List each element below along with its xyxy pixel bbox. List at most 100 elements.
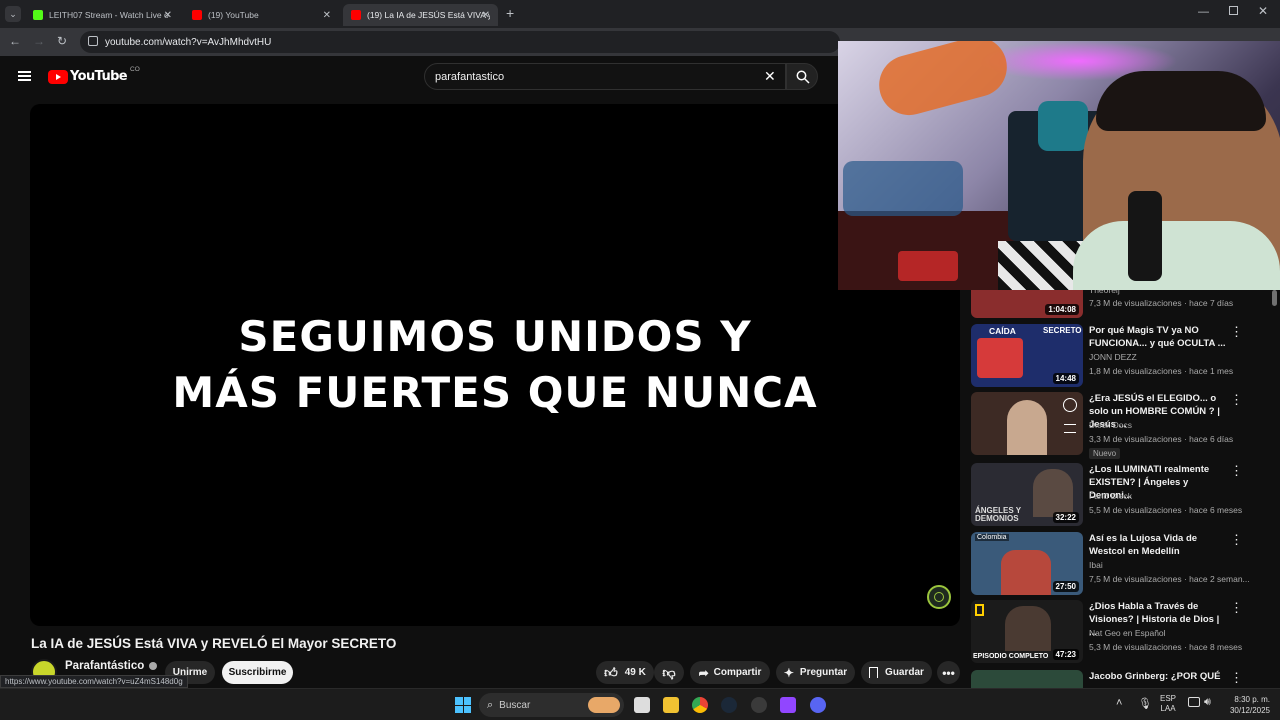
channel-name[interactable]: Nat Geo en Español xyxy=(1089,628,1166,638)
clock[interactable]: 8:30 p. m. 30/12/2025 xyxy=(1226,694,1270,716)
reload-icon[interactable]: ↻ xyxy=(57,34,67,48)
close-icon[interactable]: ✕ xyxy=(482,10,490,21)
subscribe-label: Suscribirme xyxy=(228,667,287,678)
video-title[interactable]: Jacobo Grinberg: ¿POR QUÉ xyxy=(1089,670,1227,683)
tab-search-button[interactable]: ⌄ xyxy=(5,6,21,22)
clock-date: 30/12/2025 xyxy=(1229,706,1270,715)
tab-youtube-home[interactable]: (19) YouTube ✕ xyxy=(184,4,339,26)
restore-button[interactable] xyxy=(1229,6,1238,15)
youtube-favicon-icon xyxy=(351,10,361,20)
share-label: Compartir xyxy=(713,667,762,678)
duration-badge: 32:22 xyxy=(1052,512,1079,523)
close-icon[interactable]: ✕ xyxy=(164,10,172,21)
more-vertical-icon[interactable]: ⋮ xyxy=(1230,600,1243,616)
channel-name[interactable]: Ibai xyxy=(1089,560,1103,570)
menu-icon[interactable] xyxy=(18,71,31,81)
ask-button[interactable]: ✦ Preguntar xyxy=(776,661,855,684)
taskbar: ⌕ Buscar ˄ ESP LAA 🎙︎ 🔊︎ 8:30 p. m. 30/1… xyxy=(0,688,1280,720)
video-title: La IA de JESÚS Está VIVA y REVELÓ El May… xyxy=(31,636,397,651)
more-vertical-icon[interactable]: ⋮ xyxy=(1230,670,1243,686)
queue-icon[interactable] xyxy=(1064,424,1076,433)
video-title[interactable]: Por qué Magis TV ya NO FUNCIONA... y qué… xyxy=(1089,324,1227,350)
share-button[interactable]: ➦ Compartir xyxy=(690,661,770,684)
search-button[interactable] xyxy=(786,63,818,90)
list-item[interactable]: CAÍDA SECRETO 14:48 Por qué Magis TV ya … xyxy=(971,324,1271,388)
tab-kick-stream[interactable]: LEITH07 Stream - Watch Live o ✕ xyxy=(25,4,180,26)
discord-icon[interactable] xyxy=(810,697,826,713)
save-label: Guardar xyxy=(885,667,924,678)
overlay-text-line1: SEGUIMOS UNIDOS Y xyxy=(238,312,752,361)
language-indicator[interactable]: ESP LAA xyxy=(1160,694,1176,714)
more-actions-button[interactable]: ••• xyxy=(937,661,960,684)
tab-title: LEITH07 Stream - Watch Live o xyxy=(49,10,169,20)
channel-name[interactable]: JONN DEZZ xyxy=(1089,352,1137,362)
taskbar-search[interactable]: ⌕ Buscar xyxy=(479,693,624,717)
new-tab-button[interactable]: + xyxy=(506,5,514,21)
list-item[interactable]: ¿Era JESÚS el ELEGIDO... o solo un HOMBR… xyxy=(971,392,1271,459)
link-status-bar: https://www.youtube.com/watch?v=uZ4mS148… xyxy=(0,675,188,688)
volume-icon[interactable]: 🔊︎ xyxy=(1204,696,1211,709)
lang-bottom: LAA xyxy=(1160,704,1176,713)
scrollbar[interactable] xyxy=(1272,290,1277,306)
minimize-button[interactable]: — xyxy=(1198,6,1209,18)
video-meta: 3,3 M de visualizaciones · hace 6 días xyxy=(1089,434,1234,444)
chrome-icon[interactable] xyxy=(692,697,708,713)
thumbs-up-icon: 👍︎ xyxy=(604,664,618,680)
dislike-button[interactable]: 👎︎ xyxy=(654,661,684,684)
video-meta: 1,8 M de visualizaciones · hace 1 mes xyxy=(1089,366,1234,376)
list-item[interactable]: Colombia 27:50 Así es la Lujosa Vida de … xyxy=(971,532,1271,596)
clear-search-icon[interactable]: ✕ xyxy=(764,68,776,85)
video-thumbnail[interactable]: ÁNGELES Y DEMONIOS 32:22 xyxy=(971,463,1083,526)
video-thumbnail[interactable]: EPISODIO COMPLETO 47:23 xyxy=(971,600,1083,663)
subscribe-button[interactable]: Suscribirme xyxy=(222,661,293,684)
address-bar[interactable]: youtube.com/watch?v=AvJhMhdvtHU xyxy=(80,31,840,53)
thumbs-down-icon: 👎︎ xyxy=(662,664,676,680)
video-player[interactable]: SEGUIMOS UNIDOS Y MÁS FUERTES QUE NUNCA xyxy=(30,104,960,626)
channel-watermark-icon[interactable] xyxy=(927,585,951,609)
save-button[interactable]: Guardar xyxy=(861,661,932,684)
like-button[interactable]: 👍︎ 49 K xyxy=(596,661,654,684)
more-vertical-icon[interactable]: ⋮ xyxy=(1230,324,1243,340)
network-icon[interactable] xyxy=(1188,697,1200,707)
site-info-icon[interactable] xyxy=(88,36,98,46)
duration-badge: 14:48 xyxy=(1052,373,1079,384)
obs-icon[interactable] xyxy=(751,697,767,713)
list-item[interactable]: Jacobo Grinberg: ¿POR QUÉ ⋮ xyxy=(971,670,1271,688)
more-vertical-icon[interactable]: ⋮ xyxy=(1230,392,1243,408)
close-window-button[interactable]: ✕ xyxy=(1258,4,1268,18)
duration-badge: 27:50 xyxy=(1052,581,1079,592)
share-arrow-icon: ➦ xyxy=(698,665,709,680)
like-count: 49 K xyxy=(624,667,646,678)
youtube-logo[interactable]: YouTube CO xyxy=(48,66,140,84)
back-arrow-icon[interactable]: ← xyxy=(9,34,21,48)
clock-time: 8:30 p. m. xyxy=(1234,695,1270,704)
windows-start-icon[interactable] xyxy=(455,697,471,713)
channel-name[interactable]: Dieck Docs xyxy=(1089,420,1132,430)
video-meta: 7,3 M de visualizaciones · hace 7 días xyxy=(1089,298,1234,308)
more-vertical-icon[interactable]: ⋮ xyxy=(1230,532,1243,548)
video-thumbnail[interactable] xyxy=(971,670,1083,688)
video-thumbnail[interactable]: CAÍDA SECRETO 14:48 xyxy=(971,324,1083,387)
more-vertical-icon[interactable]: ⋮ xyxy=(1230,463,1243,479)
country-code: CO xyxy=(130,66,140,73)
close-icon[interactable]: ✕ xyxy=(323,10,331,21)
microphone-icon[interactable]: 🎙︎ xyxy=(1138,697,1152,710)
video-thumbnail[interactable]: Colombia 27:50 xyxy=(971,532,1083,595)
channel-name[interactable]: Farid Dieck xyxy=(1089,491,1132,501)
video-thumbnail[interactable] xyxy=(971,392,1083,455)
video-meta: 5,3 M de visualizaciones · hace 8 meses xyxy=(1089,642,1243,652)
file-explorer-icon[interactable] xyxy=(663,697,679,713)
list-item[interactable]: ÁNGELES Y DEMONIOS 32:22 ¿Los ILUMINATI … xyxy=(971,463,1271,527)
forward-arrow-icon[interactable]: → xyxy=(33,34,45,48)
task-view-icon[interactable] xyxy=(634,697,650,713)
twitch-icon[interactable] xyxy=(780,697,796,713)
steam-icon[interactable] xyxy=(721,697,737,713)
list-item[interactable]: EPISODIO COMPLETO 47:23 ¿Dios Habla a Tr… xyxy=(971,600,1271,664)
search-input[interactable]: parafantastico ✕ xyxy=(424,63,786,90)
duration-badge: 47:23 xyxy=(1052,649,1079,660)
channel-name[interactable]: Parafantástico xyxy=(65,660,158,672)
chevron-up-icon[interactable]: ˄ xyxy=(1116,697,1122,709)
clock-icon[interactable] xyxy=(1063,398,1077,412)
video-title[interactable]: Así es la Lujosa Vida de Westcol en Mede… xyxy=(1089,532,1227,558)
tab-youtube-video[interactable]: (19) La IA de JESÚS Está VIVA y ✕ xyxy=(343,4,498,26)
